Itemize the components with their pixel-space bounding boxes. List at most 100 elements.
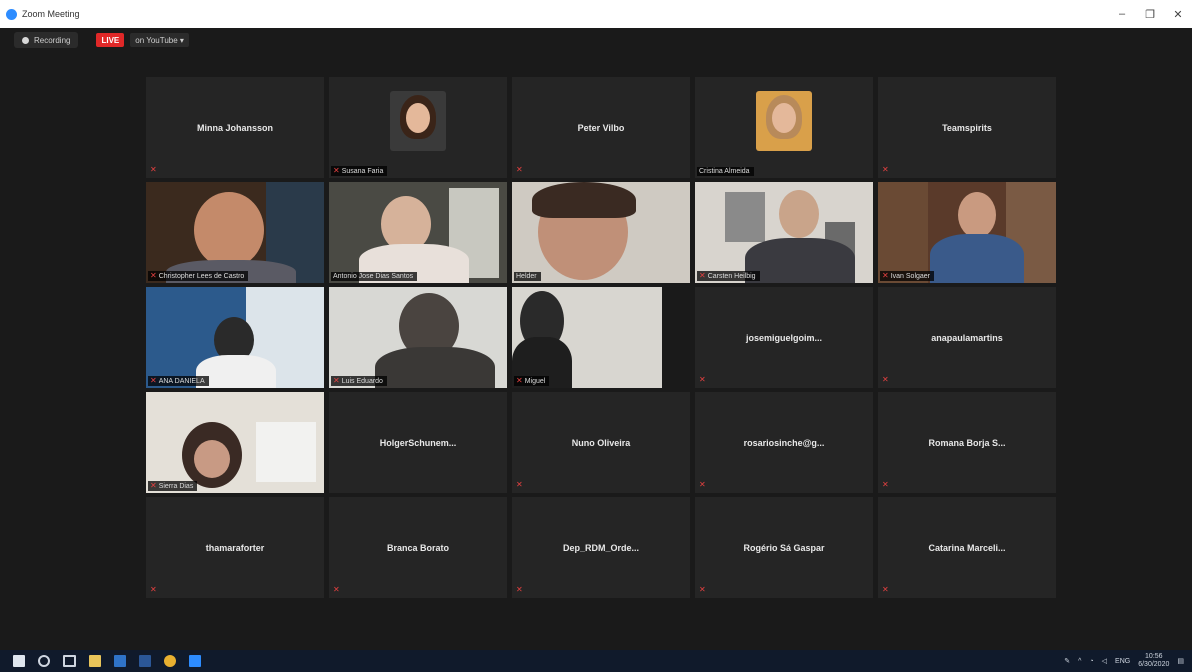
muted-mic-icon: ✕ xyxy=(699,375,706,384)
participant-tile[interactable]: Catarina Marceli... ✕ xyxy=(878,497,1056,598)
video-feed xyxy=(512,182,690,283)
participant-label: Helder xyxy=(514,272,541,281)
muted-mic-icon: ✕ xyxy=(150,585,157,594)
clock[interactable]: 10:56 6/30/2020 xyxy=(1138,653,1169,669)
video-feed xyxy=(695,182,873,283)
participant-tile[interactable]: Branca Borato ✕ xyxy=(329,497,507,598)
window-titlebar: Zoom Meeting – ❐ ✕ xyxy=(0,0,1192,28)
participant-tile[interactable]: Teamspirits ✕ xyxy=(878,77,1056,178)
video-feed xyxy=(146,392,324,493)
participant-label: ✕ Ivan Solgaer xyxy=(880,271,935,281)
search-icon[interactable] xyxy=(38,655,50,667)
participant-label: Antonio Jose Dias Santos xyxy=(331,272,418,281)
participant-video-tile[interactable]: ✕ Miguel xyxy=(512,287,690,388)
recording-indicator[interactable]: Recording xyxy=(14,32,79,48)
live-badge: LIVE xyxy=(96,33,125,47)
clock-date: 6/30/2020 xyxy=(1138,661,1170,668)
muted-mic-icon: ✕ xyxy=(516,165,523,174)
window-controls: – ❐ ✕ xyxy=(1108,8,1192,21)
muted-mic-icon: ✕ xyxy=(882,271,889,280)
windows-taskbar: ✎ ^ ◔ ◁ ENG 10:56 6/30/2020 ▤ xyxy=(0,650,1192,672)
outlook-icon[interactable] xyxy=(114,655,126,667)
pen-icon[interactable]: ✎ xyxy=(1064,657,1070,665)
participant-tile[interactable]: Nuno Oliveira ✕ xyxy=(512,392,690,493)
windows-start-icon[interactable] xyxy=(13,655,25,667)
muted-mic-icon: ✕ xyxy=(516,480,523,489)
participant-tile[interactable]: anapaulamartins ✕ xyxy=(878,287,1056,388)
network-icon[interactable]: ◔ xyxy=(1089,658,1093,665)
recording-label: Recording xyxy=(34,35,71,45)
muted-mic-icon: ✕ xyxy=(333,585,340,594)
close-button[interactable]: ✕ xyxy=(1164,8,1192,21)
participant-video-tile-active-speaker[interactable]: Antonio Jose Dias Santos xyxy=(329,182,507,283)
video-feed xyxy=(146,182,324,283)
participant-tile[interactable]: Peter Vilbo ✕ xyxy=(512,77,690,178)
participant-tile[interactable]: Dep_RDM_Orde... ✕ xyxy=(512,497,690,598)
video-feed xyxy=(512,287,690,388)
participant-name: Miguel xyxy=(524,377,546,385)
participant-tile[interactable]: rosariosinche@g... ✕ xyxy=(695,392,873,493)
participant-label: ✕ Sierra Dias xyxy=(148,481,198,491)
participant-video-tile[interactable]: Helder xyxy=(512,182,690,283)
participant-video-tile[interactable]: ✕ Carsten Heilbig xyxy=(695,182,873,283)
profile-picture xyxy=(390,91,446,151)
participant-video-tile[interactable]: ✕ Sierra Dias xyxy=(146,392,324,493)
participant-tile[interactable]: thamaraforter ✕ xyxy=(146,497,324,598)
participant-video-tile[interactable]: ✕ Luis Eduardo xyxy=(329,287,507,388)
participant-name: Carsten Heilbig xyxy=(707,272,756,280)
participant-tile[interactable]: Cristina Almeida xyxy=(695,77,873,178)
participant-label: ✕ ANA DANIELA xyxy=(148,376,209,386)
participant-name: Romana Borja S... xyxy=(928,437,1006,448)
participant-name: Ivan Solgaer xyxy=(890,272,931,280)
participant-video-tile[interactable]: ✕ ANA DANIELA xyxy=(146,287,324,388)
participant-label: ✕ Christopher Lees de Castro xyxy=(148,271,249,281)
chrome-icon[interactable] xyxy=(164,655,176,667)
participant-name: Branca Borato xyxy=(386,542,449,553)
participant-name: Luis Eduardo xyxy=(341,377,383,385)
system-tray: ✎ ^ ◔ ◁ ENG 10:56 6/30/2020 ▤ xyxy=(1064,653,1192,669)
participant-video-tile[interactable]: ✕ Ivan Solgaer xyxy=(878,182,1056,283)
task-view-icon[interactable] xyxy=(63,655,76,667)
participant-tile[interactable]: Minna Johansson ✕ xyxy=(146,77,324,178)
file-explorer-icon[interactable] xyxy=(89,655,101,667)
participant-tile[interactable]: Rogério Sá Gaspar ✕ xyxy=(695,497,873,598)
recording-icon xyxy=(22,36,29,44)
minimize-button[interactable]: – xyxy=(1108,8,1136,21)
participant-name: Christopher Lees de Castro xyxy=(158,272,245,280)
participant-name: anapaulamartins xyxy=(931,332,1003,343)
zoom-taskbar-icon[interactable] xyxy=(189,655,201,667)
muted-mic-icon: ✕ xyxy=(516,376,523,385)
muted-mic-icon: ✕ xyxy=(699,585,706,594)
participant-name: Dep_RDM_Orde... xyxy=(562,542,640,553)
language-indicator[interactable]: ENG xyxy=(1115,658,1130,665)
participant-name: Susana Faria xyxy=(341,167,384,175)
participant-name: Helder xyxy=(516,273,537,280)
live-platform-dropdown[interactable]: on YouTube ▾ xyxy=(130,33,189,47)
muted-mic-icon: ✕ xyxy=(516,585,523,594)
volume-icon[interactable]: ◁ xyxy=(1102,657,1107,665)
participant-video-tile[interactable]: ✕ Christopher Lees de Castro xyxy=(146,182,324,283)
participant-name: Minna Johansson xyxy=(196,122,273,133)
participant-tile[interactable]: josemiguelgoim... ✕ xyxy=(695,287,873,388)
clock-time: 10:56 xyxy=(1145,653,1163,660)
participant-tile[interactable]: ✕ Susana Faria xyxy=(329,77,507,178)
participant-tile[interactable]: Romana Borja S... ✕ xyxy=(878,392,1056,493)
muted-mic-icon: ✕ xyxy=(882,165,889,174)
word-icon[interactable] xyxy=(139,655,151,667)
video-feed xyxy=(146,287,324,388)
gallery-view: Minna Johansson ✕ ✕ Susana Faria Peter V… xyxy=(146,77,1056,598)
video-feed xyxy=(329,287,507,388)
participant-tile[interactable]: HolgerSchunem... xyxy=(329,392,507,493)
participant-name: Sierra Dias xyxy=(158,482,194,490)
participant-label: ✕ Carsten Heilbig xyxy=(697,271,760,281)
profile-picture xyxy=(756,91,812,151)
participant-name: rosariosinche@g... xyxy=(743,437,825,448)
participant-name: josemiguelgoim... xyxy=(745,332,822,343)
participant-name: thamaraforter xyxy=(205,542,265,553)
participant-name: HolgerSchunem... xyxy=(379,437,457,448)
chevron-up-icon[interactable]: ^ xyxy=(1078,658,1081,665)
maximize-button[interactable]: ❐ xyxy=(1136,8,1164,21)
notifications-icon[interactable]: ▤ xyxy=(1177,657,1184,665)
muted-mic-icon: ✕ xyxy=(882,480,889,489)
meeting-top-bar: Recording LIVE on YouTube ▾ xyxy=(0,28,1192,52)
